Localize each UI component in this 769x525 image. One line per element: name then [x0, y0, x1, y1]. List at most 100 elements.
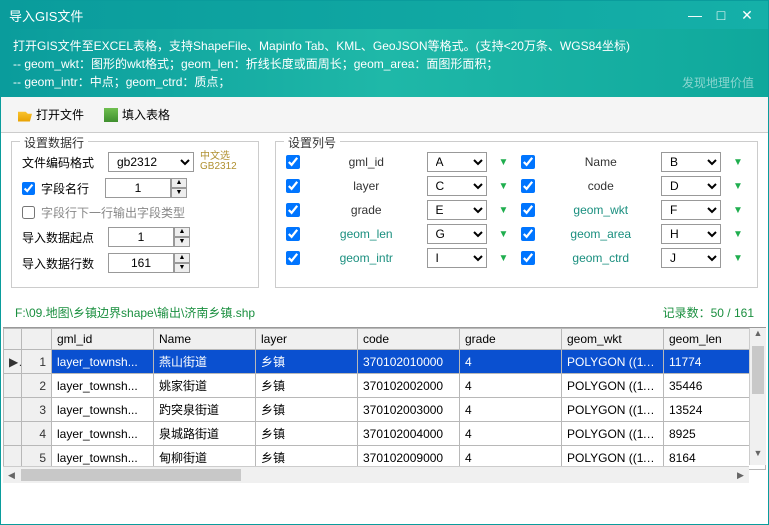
table-row[interactable]: 3layer_townsh...趵突泉街道乡镇3701020030004POLY…: [4, 398, 766, 422]
scroll-left-icon[interactable]: ◀: [3, 467, 20, 483]
col-name-grade[interactable]: grade: [314, 203, 419, 217]
cell[interactable]: 4: [460, 374, 562, 398]
cell[interactable]: POLYGON ((11...: [562, 422, 664, 446]
spin-down[interactable]: ▼: [171, 188, 187, 198]
cell[interactable]: 4: [460, 350, 562, 374]
cell[interactable]: POLYGON ((11...: [562, 374, 664, 398]
col-select-layer[interactable]: C: [427, 176, 487, 196]
col-select-geom_area[interactable]: H: [661, 224, 721, 244]
col-header-Name[interactable]: Name: [154, 329, 256, 350]
col-name-Name[interactable]: Name: [549, 155, 654, 169]
col-select-geom_intr[interactable]: I: [427, 248, 487, 268]
col-checkbox-geom_area[interactable]: [521, 227, 535, 241]
field-row-input[interactable]: [105, 178, 171, 198]
cell[interactable]: layer_townsh...: [52, 350, 154, 374]
spin-down[interactable]: ▼: [174, 237, 190, 247]
col-dropdown-icon[interactable]: ▼: [733, 157, 747, 168]
cell[interactable]: 4: [460, 422, 562, 446]
close-button[interactable]: ✕: [734, 7, 760, 24]
col-name-geom_ctrd[interactable]: geom_ctrd: [549, 251, 654, 265]
col-name-layer[interactable]: layer: [314, 179, 419, 193]
col-dropdown-icon[interactable]: ▼: [499, 253, 513, 264]
col-name-code[interactable]: code: [549, 179, 654, 193]
col-select-geom_ctrd[interactable]: J: [661, 248, 721, 268]
col-checkbox-geom_len[interactable]: [286, 227, 300, 241]
row-count-input[interactable]: [108, 253, 174, 273]
col-dropdown-icon[interactable]: ▼: [499, 157, 513, 168]
col-dropdown-icon[interactable]: ▼: [499, 181, 513, 192]
maximize-button[interactable]: □: [708, 7, 734, 23]
cell[interactable]: 趵突泉街道: [154, 398, 256, 422]
col-dropdown-icon[interactable]: ▼: [733, 229, 747, 240]
data-table[interactable]: gml_idNamelayercodegradegeom_wktgeom_len…: [3, 328, 766, 470]
row-count-spinner[interactable]: ▲▼: [108, 253, 190, 273]
cell[interactable]: 乡镇: [256, 398, 358, 422]
col-select-gml_id[interactable]: A: [427, 152, 487, 172]
cell[interactable]: 370102010000: [358, 350, 460, 374]
field-row-spinner[interactable]: ▲▼: [105, 178, 187, 198]
cell[interactable]: 乡镇: [256, 374, 358, 398]
cell[interactable]: 乡镇: [256, 350, 358, 374]
cell[interactable]: 370102003000: [358, 398, 460, 422]
scroll-right-icon[interactable]: ▶: [732, 467, 749, 483]
spin-up[interactable]: ▲: [174, 253, 190, 263]
spin-up[interactable]: ▲: [171, 178, 187, 188]
cell[interactable]: layer_townsh...: [52, 422, 154, 446]
cell[interactable]: 乡镇: [256, 422, 358, 446]
scroll-down-icon[interactable]: ▼: [750, 448, 766, 465]
cell[interactable]: 370102002000: [358, 374, 460, 398]
col-checkbox-geom_wkt[interactable]: [521, 203, 535, 217]
table-row[interactable]: ▶1layer_townsh...燕山街道乡镇3701020100004POLY…: [4, 350, 766, 374]
cell[interactable]: POLYGON ((11...: [562, 398, 664, 422]
col-name-gml_id[interactable]: gml_id: [314, 155, 419, 169]
col-header-code[interactable]: code: [358, 329, 460, 350]
col-select-geom_len[interactable]: G: [427, 224, 487, 244]
cell[interactable]: 4: [460, 398, 562, 422]
cell[interactable]: 370102004000: [358, 422, 460, 446]
fill-table-button[interactable]: 填入表格: [95, 101, 179, 128]
col-dropdown-icon[interactable]: ▼: [733, 181, 747, 192]
cell[interactable]: 燕山街道: [154, 350, 256, 374]
col-dropdown-icon[interactable]: ▼: [733, 253, 747, 264]
minimize-button[interactable]: —: [682, 7, 708, 23]
vertical-scrollbar[interactable]: ▲ ▼: [749, 328, 766, 465]
open-file-button[interactable]: 打开文件: [9, 101, 93, 128]
col-header-geom_wkt[interactable]: geom_wkt: [562, 329, 664, 350]
col-checkbox-geom_ctrd[interactable]: [521, 251, 535, 265]
col-name-geom_area[interactable]: geom_area: [549, 227, 654, 241]
cell[interactable]: layer_townsh...: [52, 398, 154, 422]
col-dropdown-icon[interactable]: ▼: [733, 205, 747, 216]
scroll-thumb[interactable]: [21, 469, 241, 481]
cell[interactable]: 泉城路街道: [154, 422, 256, 446]
col-checkbox-code[interactable]: [521, 179, 535, 193]
scroll-thumb[interactable]: [752, 346, 764, 394]
cell[interactable]: POLYGON ((11...: [562, 350, 664, 374]
col-checkbox-grade[interactable]: [286, 203, 300, 217]
table-row[interactable]: 4layer_townsh...泉城路街道乡镇3701020040004POLY…: [4, 422, 766, 446]
start-row-input[interactable]: [108, 227, 174, 247]
cell[interactable]: 姚家街道: [154, 374, 256, 398]
col-checkbox-Name[interactable]: [521, 155, 535, 169]
col-checkbox-geom_intr[interactable]: [286, 251, 300, 265]
col-header-gml_id[interactable]: gml_id: [52, 329, 154, 350]
encoding-select[interactable]: gb2312: [108, 152, 194, 172]
col-name-geom_intr[interactable]: geom_intr: [314, 251, 419, 265]
col-select-Name[interactable]: B: [661, 152, 721, 172]
horizontal-scrollbar[interactable]: ◀ ▶: [3, 466, 749, 483]
col-name-geom_wkt[interactable]: geom_wkt: [549, 203, 654, 217]
spin-down[interactable]: ▼: [174, 263, 190, 273]
col-select-grade[interactable]: E: [427, 200, 487, 220]
col-dropdown-icon[interactable]: ▼: [499, 205, 513, 216]
col-checkbox-gml_id[interactable]: [286, 155, 300, 169]
col-name-geom_len[interactable]: geom_len: [314, 227, 419, 241]
col-dropdown-icon[interactable]: ▼: [499, 229, 513, 240]
table-row[interactable]: 2layer_townsh...姚家街道乡镇3701020020004POLYG…: [4, 374, 766, 398]
col-select-geom_wkt[interactable]: F: [661, 200, 721, 220]
col-select-code[interactable]: D: [661, 176, 721, 196]
col-header-grade[interactable]: grade: [460, 329, 562, 350]
field-row-checkbox[interactable]: [22, 182, 35, 195]
start-row-spinner[interactable]: ▲▼: [108, 227, 190, 247]
col-checkbox-layer[interactable]: [286, 179, 300, 193]
spin-up[interactable]: ▲: [174, 227, 190, 237]
scroll-up-icon[interactable]: ▲: [750, 328, 766, 345]
